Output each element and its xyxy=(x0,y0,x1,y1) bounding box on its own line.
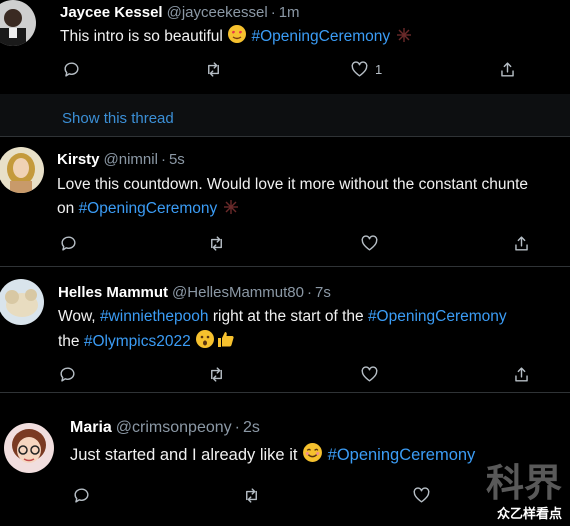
avatar[interactable] xyxy=(0,147,44,193)
like-button[interactable]: 1 xyxy=(350,58,400,80)
heart-eyes-emoji-icon xyxy=(227,24,247,52)
text-segment: on xyxy=(57,200,75,217)
tweet-text: Love this countdown. Would love it more … xyxy=(57,173,528,224)
text-line: Love this countdown. Would love it more … xyxy=(57,176,529,193)
share-icon xyxy=(515,235,528,251)
separator: · xyxy=(306,284,312,301)
tweet-actions xyxy=(0,232,570,254)
like-button[interactable] xyxy=(360,363,382,385)
reply-icon xyxy=(74,487,89,503)
like-icon xyxy=(361,234,378,251)
share-button[interactable] xyxy=(498,58,520,80)
text-segment: Just started and I already like it xyxy=(70,446,298,464)
retweet-icon xyxy=(211,235,222,251)
thread-band: Show this thread xyxy=(0,94,570,136)
hashtag-link[interactable]: #OpeningCeremony xyxy=(328,446,476,464)
author-handle[interactable]: @crimsonpeony xyxy=(116,419,232,436)
tweet-maria[interactable]: Maria @crimsonpeony · 2s Just started and I… xyxy=(0,393,570,526)
text-line: on #OpeningCeremony xyxy=(57,197,528,224)
author-name[interactable]: Kirsty xyxy=(57,151,100,168)
author-name[interactable]: Helles Mammut xyxy=(58,284,168,301)
like-icon xyxy=(351,60,368,77)
like-button[interactable] xyxy=(360,232,382,254)
tweet-text: Wow, #winniethepooh right at the start o… xyxy=(58,305,507,357)
hashtag-link[interactable]: #OpeningCeremony xyxy=(368,308,507,325)
text-segment: the xyxy=(58,333,80,350)
astonished-face-icon xyxy=(195,329,215,357)
timestamp[interactable]: 1m xyxy=(279,4,300,21)
tweet-actions: 1 xyxy=(0,58,570,80)
tweet-text: Just started and I already like it #Open… xyxy=(70,442,475,470)
separator: · xyxy=(270,4,276,21)
tweet-actions xyxy=(0,363,570,385)
hashtag-link[interactable]: #OpeningCeremony xyxy=(79,200,218,217)
text-line: Wow, #winniethepooh right at the start o… xyxy=(58,305,507,329)
retweet-icon xyxy=(211,366,222,382)
tweet-text: This intro is so beautiful #OpeningCerem… xyxy=(60,24,413,52)
reply-button[interactable] xyxy=(62,58,84,80)
timestamp[interactable]: 2s xyxy=(243,419,260,436)
retweet-button[interactable] xyxy=(242,484,264,506)
retweet-button[interactable] xyxy=(207,363,229,385)
tweet-helles[interactable]: Helles Mammut @HellesMammut80 · 7s Wow, #wi… xyxy=(0,267,570,391)
reply-icon xyxy=(60,366,75,382)
smiling-face-icon xyxy=(302,442,323,470)
text-segment: right at the start of the xyxy=(212,308,364,325)
share-button[interactable] xyxy=(512,232,534,254)
hashtag-link[interactable]: #winniethepooh xyxy=(100,308,209,325)
timestamp[interactable]: 5s xyxy=(169,151,185,168)
text-segment: This intro is so beautiful xyxy=(60,28,223,45)
author-handle[interactable]: @HellesMammut80 xyxy=(172,284,304,301)
avatar[interactable] xyxy=(4,423,54,473)
reply-button[interactable] xyxy=(58,363,80,385)
text-line: the #Olympics2022 xyxy=(58,329,507,357)
author-handle[interactable]: @nimnil xyxy=(104,151,158,168)
author-name[interactable]: Maria xyxy=(70,419,112,436)
reply-icon xyxy=(64,61,79,77)
reply-icon xyxy=(61,235,76,251)
thumbs-up-icon xyxy=(215,329,235,357)
like-icon xyxy=(361,365,378,382)
tweet-kirsty[interactable]: Kirsty @nimnil · 5s Love this countdown. Wo… xyxy=(0,137,570,265)
like-count: 1 xyxy=(375,61,383,77)
share-icon xyxy=(515,366,528,382)
share-button[interactable] xyxy=(512,363,534,385)
fireworks-icon xyxy=(222,198,240,224)
author-handle[interactable]: @jayceekessel xyxy=(167,4,268,21)
text-segment: Wow, xyxy=(58,308,96,325)
retweet-button[interactable] xyxy=(207,232,229,254)
show-thread-link[interactable]: Show this thread xyxy=(62,110,174,127)
hashtag-link[interactable]: #Olympics2022 xyxy=(84,333,191,350)
reply-button[interactable] xyxy=(72,484,94,506)
tweet-jaycee[interactable]: Jaycee Kessel @jayceekessel · 1m This intro… xyxy=(0,0,570,92)
author-name[interactable]: Jaycee Kessel xyxy=(60,4,163,21)
avatar[interactable] xyxy=(0,279,44,325)
like-icon xyxy=(413,486,430,503)
tweet-actions xyxy=(0,484,570,506)
like-button[interactable] xyxy=(412,484,434,506)
avatar[interactable] xyxy=(0,0,36,46)
separator: · xyxy=(160,151,166,168)
timestamp[interactable]: 7s xyxy=(315,284,331,301)
separator: · xyxy=(234,419,240,436)
share-icon xyxy=(501,61,514,77)
retweet-button[interactable] xyxy=(204,58,226,80)
fireworks-icon xyxy=(395,26,413,52)
hashtag-link[interactable]: #OpeningCeremony xyxy=(251,28,390,45)
retweet-icon xyxy=(246,487,257,503)
reply-button[interactable] xyxy=(59,232,81,254)
retweet-icon xyxy=(208,61,219,77)
